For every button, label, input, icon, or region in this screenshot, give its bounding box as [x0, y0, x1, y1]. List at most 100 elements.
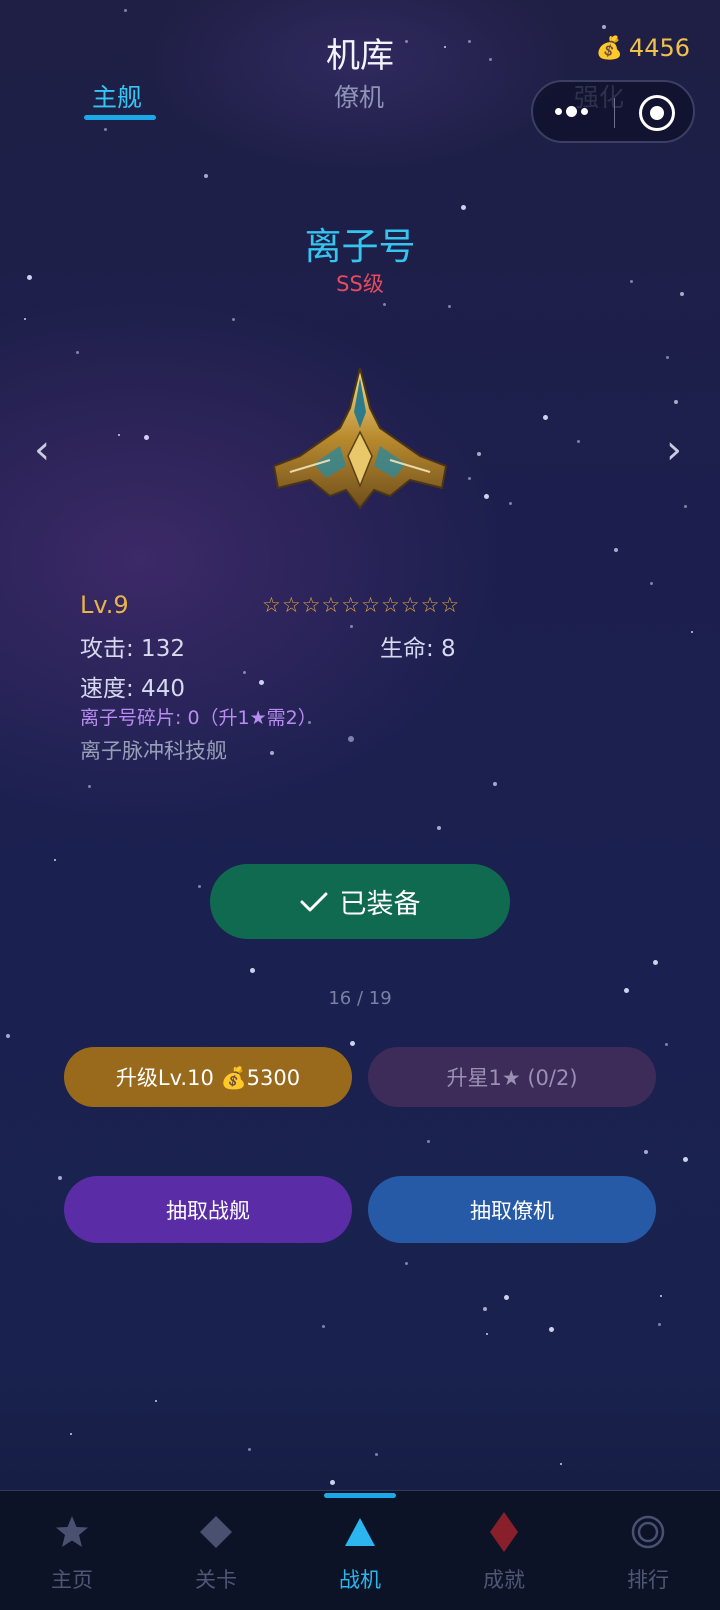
triangle-icon: [288, 1510, 432, 1554]
star-up-button[interactable]: 升星1★ (0/2): [368, 1047, 656, 1107]
nav-label-levels: 关卡: [195, 1568, 237, 1592]
background-star: [155, 1400, 157, 1402]
ship-description: 离子脉冲科技舰: [80, 739, 227, 763]
background-star: [665, 1043, 668, 1046]
background-star: [658, 1323, 661, 1326]
nav-item-levels[interactable]: 关卡: [144, 1510, 288, 1594]
background-star: [88, 785, 91, 788]
equipped-button[interactable]: 已装备: [210, 864, 510, 939]
ship-page-indicator: 16 / 19: [328, 988, 392, 1009]
background-star: [383, 303, 386, 306]
background-star: [70, 1433, 72, 1435]
money-bag-icon: 💰: [595, 35, 623, 61]
background-star: [468, 477, 471, 480]
red-diamond-icon: [432, 1510, 576, 1554]
tab-main-ship[interactable]: 主舰: [92, 78, 142, 114]
tab-wingman[interactable]: 僚机: [334, 78, 384, 114]
background-star: [461, 205, 466, 210]
background-star: [124, 9, 127, 12]
background-star: [248, 1448, 251, 1451]
nav-item-fighters[interactable]: 战机: [288, 1510, 432, 1594]
background-star: [24, 318, 26, 320]
background-star: [493, 782, 497, 786]
nav-label-fighters: 战机: [339, 1568, 381, 1592]
background-star: [437, 826, 441, 830]
background-star: [477, 452, 481, 456]
background-star: [375, 1453, 378, 1456]
nav-item-home[interactable]: 主页: [0, 1510, 144, 1594]
background-star: [330, 1480, 335, 1485]
background-star: [270, 751, 274, 755]
nav-label-ranking: 排行: [627, 1568, 669, 1592]
background-star: [683, 1157, 688, 1162]
checkmark-icon: [300, 892, 327, 911]
background-star: [104, 128, 107, 131]
ship-grade: SS级: [336, 272, 384, 296]
attack-stat: 攻击: 132: [80, 636, 185, 662]
more-options-icon[interactable]: [555, 96, 595, 126]
background-star: [144, 435, 149, 440]
capsule-divider: [614, 98, 615, 128]
background-star: [76, 351, 79, 354]
upgrade-button[interactable]: 升级Lv.10 💰5300: [64, 1047, 352, 1107]
nav-item-achievements[interactable]: 成就: [432, 1510, 576, 1594]
ring-icon: [576, 1510, 720, 1554]
coin-balance: 💰 4456: [596, 34, 690, 62]
background-star: [427, 1140, 430, 1143]
background-star: [653, 960, 658, 965]
background-star: [486, 1333, 488, 1335]
background-star: [204, 174, 208, 178]
diamond-icon: [144, 1510, 288, 1554]
background-star: [644, 1150, 648, 1154]
background-star: [691, 631, 693, 633]
background-star: [322, 1325, 325, 1328]
coin-amount: 4456: [628, 34, 690, 62]
background-star: [198, 885, 201, 888]
speed-stat: 速度: 440: [80, 676, 185, 702]
background-star: [674, 400, 678, 404]
nav-label-home: 主页: [51, 1568, 93, 1592]
background-star: [660, 1295, 662, 1297]
nav-label-achievements: 成就: [483, 1568, 525, 1592]
background-star: [350, 1041, 355, 1046]
background-star: [405, 1262, 408, 1265]
background-star: [118, 434, 120, 436]
fragment-count: 离子号碎片: 0（升1★需2）: [80, 707, 317, 729]
close-miniprogram-icon[interactable]: [639, 95, 675, 131]
background-star: [614, 548, 618, 552]
background-star: [448, 305, 451, 308]
previous-ship-arrow[interactable]: ‹: [34, 430, 50, 470]
next-ship-arrow[interactable]: ›: [666, 430, 682, 470]
tab-active-indicator: [84, 115, 156, 120]
background-star: [250, 968, 255, 973]
background-star: [509, 502, 512, 505]
nav-item-ranking[interactable]: 排行: [576, 1510, 720, 1594]
star-rating: ☆☆☆☆☆☆☆☆☆☆: [262, 593, 461, 617]
background-star: [350, 625, 353, 628]
background-star: [484, 494, 489, 499]
background-star: [6, 1034, 10, 1038]
background-star: [58, 1176, 62, 1180]
background-star: [666, 356, 669, 359]
background-star: [560, 1463, 562, 1465]
health-stat: 生命: 8: [380, 636, 456, 662]
background-star: [259, 680, 264, 685]
background-star: [243, 671, 246, 674]
ship-image: [272, 368, 448, 510]
background-star: [348, 736, 354, 742]
background-star: [650, 582, 653, 585]
draw-ship-button[interactable]: 抽取战舰: [64, 1176, 352, 1243]
background-star: [232, 318, 235, 321]
draw-wingman-button[interactable]: 抽取僚机: [368, 1176, 656, 1243]
background-star: [54, 859, 56, 861]
miniprogram-capsule: [531, 80, 695, 143]
background-star: [577, 440, 580, 443]
star-icon: [0, 1510, 144, 1554]
background-star: [549, 1327, 554, 1332]
equipped-label: 已装备: [339, 889, 421, 920]
background-star: [684, 505, 687, 508]
ship-name: 离子号: [304, 225, 416, 268]
background-star: [504, 1295, 509, 1300]
ship-level: Lv.9: [80, 591, 129, 619]
nav-active-indicator: [324, 1493, 396, 1498]
